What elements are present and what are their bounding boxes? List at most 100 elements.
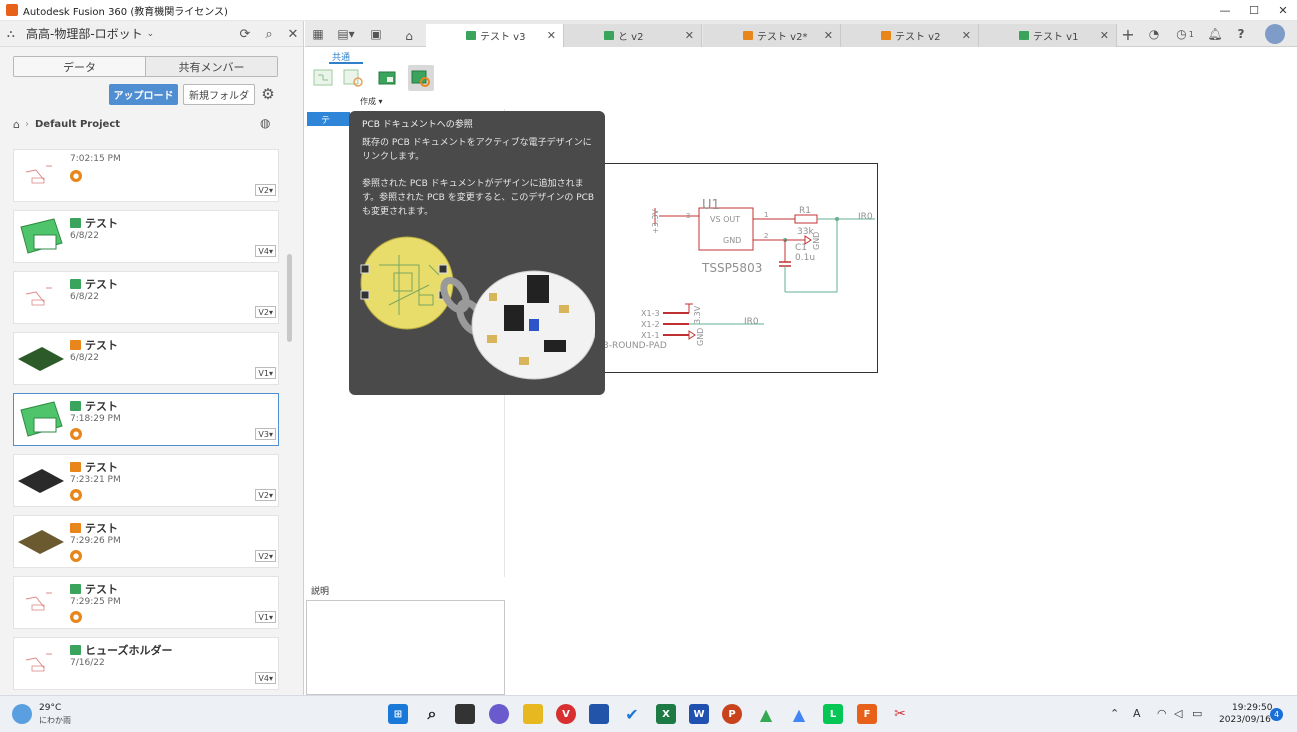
weather-temperature[interactable]: 29°C [39,703,61,713]
version-dropdown[interactable]: V2▾ [255,550,276,562]
document-tab[interactable]: テスト v2 ✕ [841,24,979,47]
pcb-reference-tool-icon[interactable] [408,65,434,91]
breadcrumb-project[interactable]: Default Project [35,119,120,130]
file-card[interactable]: テスト 7:29:26 PM ● V2▾ [13,515,279,568]
clock-date[interactable]: 2023/09/16 [1219,715,1271,725]
pin2-number: 2 [764,232,768,240]
version-dropdown[interactable]: V4▾ [255,245,276,257]
team-selector[interactable]: 高高-物理部-ロボット [26,25,143,42]
snipping-tool-icon[interactable]: ✂ [890,704,910,724]
document-tab-label: テスト v2* [757,32,808,43]
google-drive-2-icon[interactable]: ▲ [789,704,809,724]
chevron-down-icon[interactable]: ⌄ [147,29,155,39]
file-card[interactable]: テスト 7:18:29 PM ● V3▾ [13,393,279,446]
battery-icon[interactable]: ▭ [1192,707,1202,720]
close-window-button[interactable]: ✕ [1265,0,1297,21]
save-icon[interactable]: ▣ [367,25,385,43]
gnd-symbol-label: GND [812,232,821,250]
refresh-icon[interactable]: ⟳ [236,25,254,43]
close-tab-icon[interactable]: ✕ [685,29,694,42]
schematic-sheet[interactable]: U1 VS OUT GND TSSP5803 +3.3V 3 1 R1 33k … [598,163,878,373]
round-pad-label: 3-ROUND-PAD [603,341,667,351]
close-tab-icon[interactable]: ✕ [824,29,833,42]
start-icon[interactable]: ⊞ [388,704,408,724]
file-card[interactable]: テスト 6/8/22 V1▾ [13,332,279,385]
version-dropdown[interactable]: V2▾ [255,489,276,501]
file-card[interactable]: テスト 6/8/22 V2▾ [13,271,279,324]
file-card[interactable]: テスト 7:23:21 PM ● V2▾ [13,454,279,507]
word-icon[interactable]: W [689,704,709,724]
line-icon[interactable]: L [823,704,843,724]
file-menu-icon[interactable]: ▤▾ [337,25,355,43]
file-name: テスト [70,581,118,597]
weather-description[interactable]: にわか雨 [39,715,71,726]
pin1-number: 1 [764,211,768,219]
version-dropdown[interactable]: V2▾ [255,184,276,196]
search-icon[interactable]: ⌕ [260,25,278,43]
extensions-icon[interactable]: ◔ [1145,25,1163,43]
document-tab[interactable]: テスト v3 ✕ [426,24,564,47]
version-dropdown[interactable]: V4▾ [255,672,276,684]
store-icon[interactable] [589,704,609,724]
close-tab-icon[interactable]: ✕ [1100,29,1109,42]
close-panel-icon[interactable]: ✕ [284,25,302,43]
description-field[interactable] [306,600,505,695]
help-icon[interactable]: ? [1232,25,1250,43]
file-list-scrollbar[interactable] [287,254,292,342]
weather-icon[interactable] [12,704,32,724]
job-status-icon[interactable]: ◷ 1 [1171,25,1199,43]
file-card[interactable]: 7:02:15 PM ● V2▾ [13,149,279,202]
globe-icon[interactable]: ◍ [260,116,270,130]
version-dropdown[interactable]: V2▾ [255,306,276,318]
electronics-icon [70,279,81,289]
link-schematic-tool-icon[interactable] [341,65,367,91]
tab-shared-members[interactable]: 共有メンバー [146,57,277,76]
google-drive-icon[interactable]: ▲ [756,704,776,724]
version-dropdown[interactable]: V1▾ [255,611,276,623]
wifi-icon[interactable]: ◠ [1157,707,1167,720]
file-explorer-icon[interactable] [523,704,543,724]
breadcrumb: ⌂ › Default Project [13,116,120,132]
search-taskbar-icon[interactable]: ⌕ [422,704,442,724]
powerpoint-icon[interactable]: P [722,704,742,724]
volume-icon[interactable]: ◁ [1174,707,1182,720]
user-avatar[interactable] [1265,24,1285,44]
file-name-text: テスト [85,522,118,535]
fusion-taskbar-icon[interactable]: F [857,704,877,724]
task-view-icon[interactable] [455,704,475,724]
home-tab-icon[interactable]: ⌂ [400,27,418,45]
document-tab[interactable]: テスト v1 ✕ [979,24,1117,47]
new-pcb-tool-icon[interactable] [375,65,401,91]
version-dropdown[interactable]: V3▾ [255,428,276,440]
tab-data[interactable]: データ [14,57,146,76]
close-tab-icon[interactable]: ✕ [962,29,971,42]
document-tab-label: テスト v3 [480,32,526,43]
window-title: Autodesk Fusion 360 (教育機関ライセンス) [23,6,228,18]
file-card[interactable]: テスト 6/8/22 V4▾ [13,210,279,263]
home-icon[interactable]: ⌂ [13,118,20,131]
close-tab-icon[interactable]: ✕ [547,29,556,42]
file-card[interactable]: ヒューズホルダー 7/16/22 V4▾ [13,637,279,690]
notification-count-badge[interactable]: 4 [1270,708,1283,721]
todo-icon[interactable]: ✔ [622,704,642,724]
upload-button[interactable]: アップロード [109,84,178,105]
browser-root-node[interactable]: テ [307,112,350,126]
chevron-up-icon[interactable]: ⌃ [1110,707,1119,720]
gear-icon[interactable]: ⚙ [259,85,277,103]
document-tab[interactable]: と v2 ✕ [564,24,702,47]
ime-indicator[interactable]: A [1133,707,1141,720]
version-dropdown[interactable]: V1▾ [255,367,276,379]
clock-time[interactable]: 19:29:50 [1232,703,1272,713]
new-folder-button[interactable]: 新規フォルダ [183,84,255,105]
create-menu[interactable]: 作成 ▾ [360,96,383,107]
new-schematic-tool-icon[interactable] [311,65,337,91]
document-tab[interactable]: テスト v2* ✕ [703,24,841,47]
chat-icon[interactable] [489,704,509,724]
new-tab-icon[interactable]: + [1119,25,1137,44]
vivaldi-icon[interactable]: V [556,704,576,724]
app-grid-icon[interactable]: ▦ [309,25,327,43]
excel-icon[interactable]: X [656,704,676,724]
notifications-icon[interactable]: 🔔︎ [1206,25,1224,43]
file-card[interactable]: テスト 7:29:25 PM ● V1▾ [13,576,279,629]
electronics-icon [70,401,81,411]
